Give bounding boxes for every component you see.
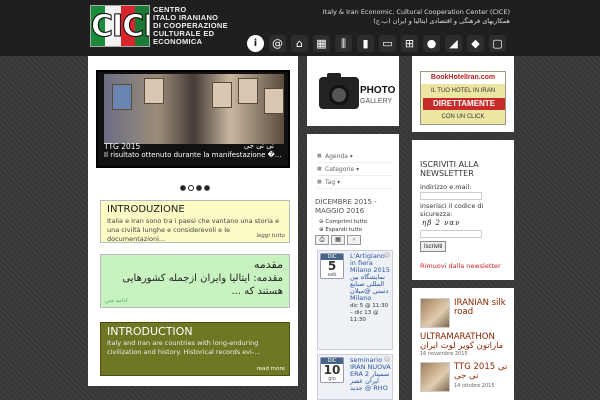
header-icons: i @ ⌂ ▦ ⫼ ▮ ▭ ⊞ ● ◢ ◆ ▢ (247, 35, 506, 52)
unsubscribe-link[interactable]: Rimuovi dalla newsletter (420, 262, 501, 270)
hotel-banner[interactable]: BookHotelIran.com IL TUO HOTEL IN IRAN D… (420, 71, 506, 125)
filter-agenda[interactable]: Agenda ▾ (317, 150, 393, 163)
event-time: dic 5 @ 11:30 – dic 13 @ 11:30 (350, 303, 389, 323)
intro-it-box: INTRODUZIONE Italia e Iran sono tra i pa… (100, 200, 290, 243)
captcha-image: ηβ 2 ναν (422, 219, 461, 227)
main-column: TTG 2015 تی تی جی Il risultato ottenuto … (88, 56, 298, 386)
calendar-panel: Agenda ▾ Categorie ▾ Tag ▾ DICEMBRE 2015… (307, 134, 399, 400)
news-item[interactable]: TTG 2015 تی تی جی 14 ottobre 2015 (418, 362, 512, 396)
filter-tag[interactable]: Tag ▾ (317, 176, 393, 189)
news-date: 14 ottobre 2015 (454, 383, 495, 389)
image-slider[interactable]: TTG 2015 تی تی جی Il risultato ottenuto … (96, 70, 290, 168)
news-panel: IRANIAN silk road ULTRAMARATHON ماراتون … (412, 288, 514, 400)
intro-fa-title: مقدمه (253, 258, 283, 271)
news-item[interactable]: ULTRAMARATHON ماراتون کویر لوت ایران 16 … (418, 332, 514, 358)
intro-en-text: Italy and Iran are countries with long-e… (107, 339, 261, 356)
event-title[interactable]: seminario IRAN NUOVA ERA سمینار 2 ایران … (350, 357, 392, 392)
book-icon[interactable]: ▭ (379, 35, 396, 52)
intro-fa-text: مقدمه: ایتالیا وایران ازجمله کشورهایی هس… (122, 273, 283, 297)
event-title[interactable]: L'Artigiano in fiera Milano 2015 نمایشگا… (350, 253, 392, 302)
news-item[interactable]: IRANIAN silk road (418, 298, 512, 330)
hotel-banner-panel: BookHotelIran.com IL TUO HOTEL IN IRAN D… (412, 56, 514, 132)
calendar-view-icon[interactable]: ▦ (331, 235, 345, 245)
slider-dot[interactable] (180, 185, 186, 191)
news-thumbnail (420, 298, 450, 328)
intro-en-box: INTRODUCTION Italy and Iran are countrie… (100, 322, 290, 376)
news-title[interactable]: ULTRAMARATHON ماراتون کویر لوت ایران (420, 333, 514, 351)
calendar-filters: Agenda ▾ Categorie ▾ Tag ▾ (317, 150, 393, 189)
home-icon[interactable]: ⌂ (291, 35, 308, 52)
intro-fa-box: مقدمه مقدمه: ایتالیا وایران ازجمله کشوره… (100, 254, 290, 308)
flickr-icon[interactable]: ▢ (489, 35, 506, 52)
tagline: Italy & Iran Economic, Cultural Cooperat… (322, 8, 510, 25)
intro-it-title: INTRODUZIONE (107, 204, 185, 215)
news-title[interactable]: TTG 2015 تی تی جی (454, 363, 510, 381)
camera-icon (319, 73, 359, 109)
italy-map-icon[interactable]: ◢ (445, 35, 462, 52)
slider-caption[interactable]: TTG 2015 تی تی جی Il risultato ottenuto … (104, 142, 284, 160)
site-logo[interactable]: CICE (90, 5, 150, 47)
slider-dots (180, 185, 210, 191)
slider-photo (104, 74, 284, 144)
plus-icon[interactable]: + (384, 252, 390, 258)
news-thumbnail (420, 362, 450, 392)
email-label: indirizzo e.mail: (420, 183, 472, 191)
plus-icon[interactable]: + (384, 356, 390, 362)
intro-fa-more-link[interactable]: ادامه متن (105, 298, 127, 304)
calendar-nav: ⎙ ▦ › (315, 235, 361, 245)
site-header: CICE Centro Italo Iraniano di Cooperazio… (0, 0, 600, 56)
photo-gallery-link[interactable]: PHOTO GALLERY (317, 73, 395, 115)
slider-dot[interactable] (204, 185, 210, 191)
calendar-event[interactable]: DIC 5 sab L'Artigiano in fiera Milano 20… (317, 250, 393, 350)
logo-word: CICE (91, 9, 149, 44)
next-button[interactable]: › (347, 235, 361, 245)
iran-map-icon[interactable]: ◆ (467, 35, 484, 52)
event-date: DIC 5 sab (320, 253, 344, 279)
calendar-event[interactable]: DIC 10 gio seminario IRAN NUOVA ERA سمین… (317, 354, 393, 400)
logo-text: Centro Italo Iraniano di Cooperazione Cu… (153, 5, 228, 46)
news-date: 16 novembre 2015 (420, 351, 468, 357)
code-label: inserisci il codice di sicurezza: (420, 202, 484, 218)
event-date: DIC 10 gio (320, 357, 344, 383)
at-icon[interactable]: @ (269, 35, 286, 52)
info-icon[interactable]: i (247, 35, 264, 52)
email-field[interactable] (420, 192, 482, 200)
captcha-field[interactable] (420, 230, 482, 238)
newsletter-title: ISCRIVITI ALLA NEWSLETTER (420, 160, 479, 178)
subscribe-button[interactable]: Iscriviti (420, 241, 447, 252)
ball-icon[interactable]: ● (423, 35, 440, 52)
intro-it-text: Italia e Iran sono tra i paesi che vanta… (107, 217, 280, 243)
cart-icon[interactable]: ⊞ (401, 35, 418, 52)
intro-en-more-link[interactable]: read more (257, 366, 285, 372)
print-icon[interactable]: ⎙ (315, 235, 329, 245)
collapse-all-link[interactable]: ⊖ Comprimi tutto (319, 218, 367, 226)
columns-icon[interactable]: ⫼ (335, 35, 352, 52)
chart-icon[interactable]: ▮ (357, 35, 374, 52)
slider-dot[interactable] (196, 185, 202, 191)
slider-dot[interactable] (188, 185, 194, 191)
expand-all-link[interactable]: ⊕ Espandi tutto (319, 226, 367, 234)
photo-gallery-panel: PHOTO GALLERY (307, 56, 399, 126)
news-title[interactable]: IRANIAN silk road (454, 299, 510, 317)
calendar-options: ⊖ Comprimi tutto ⊕ Espandi tutto (319, 218, 367, 234)
calendar-icon[interactable]: ▦ (313, 35, 330, 52)
filter-categorie[interactable]: Categorie ▾ (317, 163, 393, 176)
newsletter-panel: ISCRIVITI ALLA NEWSLETTER indirizzo e.ma… (412, 140, 514, 280)
intro-en-title: INTRODUCTION (107, 325, 193, 338)
calendar-range: DICEMBRE 2015 - MAGGIO 2016 (315, 198, 377, 215)
intro-it-more-link[interactable]: leggi tutto (257, 233, 286, 239)
